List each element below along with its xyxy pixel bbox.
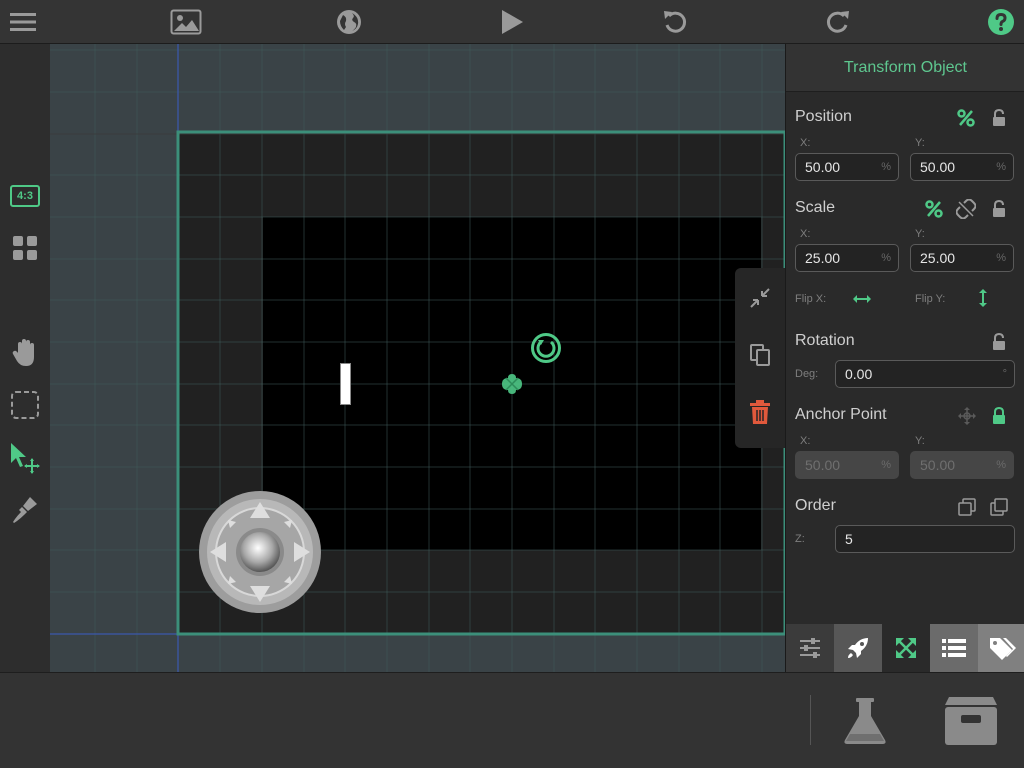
anchor-move-icon[interactable] (955, 404, 979, 428)
order-title: Order (795, 497, 836, 514)
scale-y-value: 25.00 (920, 250, 956, 266)
rotation-unit: ° (1002, 368, 1007, 380)
list-icon (942, 639, 966, 657)
anchor-y-unit: % (996, 459, 1006, 471)
object-tools-strip (735, 268, 785, 448)
undo-icon[interactable] (659, 6, 691, 38)
percent-toggle-icon[interactable] (954, 106, 978, 130)
percent-toggle-icon[interactable] (922, 197, 946, 221)
image-icon[interactable] (170, 6, 202, 38)
play-icon[interactable] (496, 6, 528, 38)
position-title: Position (795, 108, 852, 125)
app-window: 4:3 Transform Object Position X: Y: 50.0… (0, 0, 1024, 768)
position-x-label: X: (800, 137, 811, 149)
order-field[interactable]: 5 (835, 525, 1015, 553)
anchor-x-label: X: (800, 435, 811, 447)
brush-icon[interactable] (7, 492, 43, 528)
send-backward-icon[interactable] (955, 495, 979, 519)
order-value: 5 (845, 531, 853, 547)
tags-tab[interactable] (978, 624, 1024, 672)
anchor-y-field[interactable]: 50.00 % (910, 451, 1014, 479)
scale-x-label: X: (800, 228, 811, 240)
rotation-title: Rotation (795, 332, 855, 349)
transform-panel: Transform Object Position X: Y: 50.00 % … (785, 44, 1024, 672)
behaviors-tab[interactable] (834, 624, 882, 672)
anchor-x-unit: % (881, 459, 891, 471)
move-select-icon[interactable] (7, 440, 43, 476)
canvas-grid (50, 44, 785, 672)
bottom-divider (810, 695, 811, 745)
unlock-icon[interactable] (987, 197, 1011, 221)
storage-box-icon[interactable] (940, 693, 1002, 749)
paddle-sprite[interactable] (340, 363, 351, 405)
shrink-icon[interactable] (744, 282, 776, 314)
trash-icon[interactable] (744, 396, 776, 428)
sliders-icon (800, 638, 820, 658)
position-x-field[interactable]: 50.00 % (795, 153, 899, 181)
position-y-label: Y: (915, 137, 925, 149)
position-y-field[interactable]: 50.00 % (910, 153, 1014, 181)
joystick-control[interactable] (198, 490, 322, 614)
scale-y-unit: % (996, 252, 1006, 264)
anchor-y-label: Y: (915, 435, 925, 447)
unlock-icon[interactable] (987, 106, 1011, 130)
position-x-value: 50.00 (805, 159, 841, 175)
order-z-label: Z: (795, 533, 805, 545)
anchor-x-value: 50.00 (805, 457, 841, 473)
top-toolbar (0, 0, 1024, 44)
hand-icon[interactable] (7, 335, 43, 371)
duplicate-icon[interactable] (744, 339, 776, 371)
help-icon[interactable] (985, 6, 1017, 38)
position-y-value: 50.00 (920, 159, 956, 175)
scale-y-label: Y: (915, 228, 925, 240)
unlink-icon[interactable] (954, 197, 978, 221)
position-x-unit: % (881, 161, 891, 173)
rotate-handle-icon[interactable] (530, 332, 562, 364)
flip-y-label: Flip Y: (915, 293, 946, 305)
scale-title: Scale (795, 199, 836, 216)
rocket-icon (848, 638, 868, 658)
unlock-icon[interactable] (987, 330, 1011, 354)
ball-sprite[interactable] (501, 373, 523, 395)
globe-icon[interactable] (333, 6, 365, 38)
menu-icon[interactable] (7, 6, 39, 38)
rotation-value: 0.00 (845, 366, 873, 382)
anchor-x-field[interactable]: 50.00 % (795, 451, 899, 479)
flip-x-icon[interactable] (850, 288, 874, 310)
bring-forward-icon[interactable] (987, 495, 1011, 519)
transform-tab[interactable] (882, 624, 930, 672)
panel-tabs (786, 624, 1024, 672)
tags-icon (989, 638, 1016, 660)
panel-title: Transform Object (786, 44, 1024, 92)
aspect-ratio-icon[interactable]: 4:3 (7, 178, 43, 214)
properties-tab[interactable] (786, 624, 834, 672)
rotation-field[interactable]: 0.00 ° (835, 360, 1015, 388)
scale-x-value: 25.00 (805, 250, 841, 266)
bottom-bar (0, 672, 1024, 768)
lock-icon[interactable] (987, 404, 1011, 428)
expand-arrows-icon (896, 638, 916, 658)
selection-icon[interactable] (7, 387, 43, 423)
position-y-unit: % (996, 161, 1006, 173)
anchor-title: Anchor Point (795, 406, 887, 423)
grid-icon[interactable] (7, 230, 43, 266)
flip-y-icon[interactable] (971, 287, 995, 309)
aspect-ratio-label: 4:3 (10, 185, 40, 207)
anchor-y-value: 50.00 (920, 457, 956, 473)
flip-x-label: Flip X: (795, 293, 827, 305)
scale-x-unit: % (881, 252, 891, 264)
scale-y-field[interactable]: 25.00 % (910, 244, 1014, 272)
left-toolbar: 4:3 (0, 44, 50, 672)
scale-x-field[interactable]: 25.00 % (795, 244, 899, 272)
scene-canvas[interactable] (50, 44, 785, 672)
flask-icon[interactable] (840, 693, 890, 749)
list-tab[interactable] (930, 624, 978, 672)
rotation-deg-label: Deg: (795, 368, 819, 380)
redo-icon[interactable] (822, 6, 854, 38)
